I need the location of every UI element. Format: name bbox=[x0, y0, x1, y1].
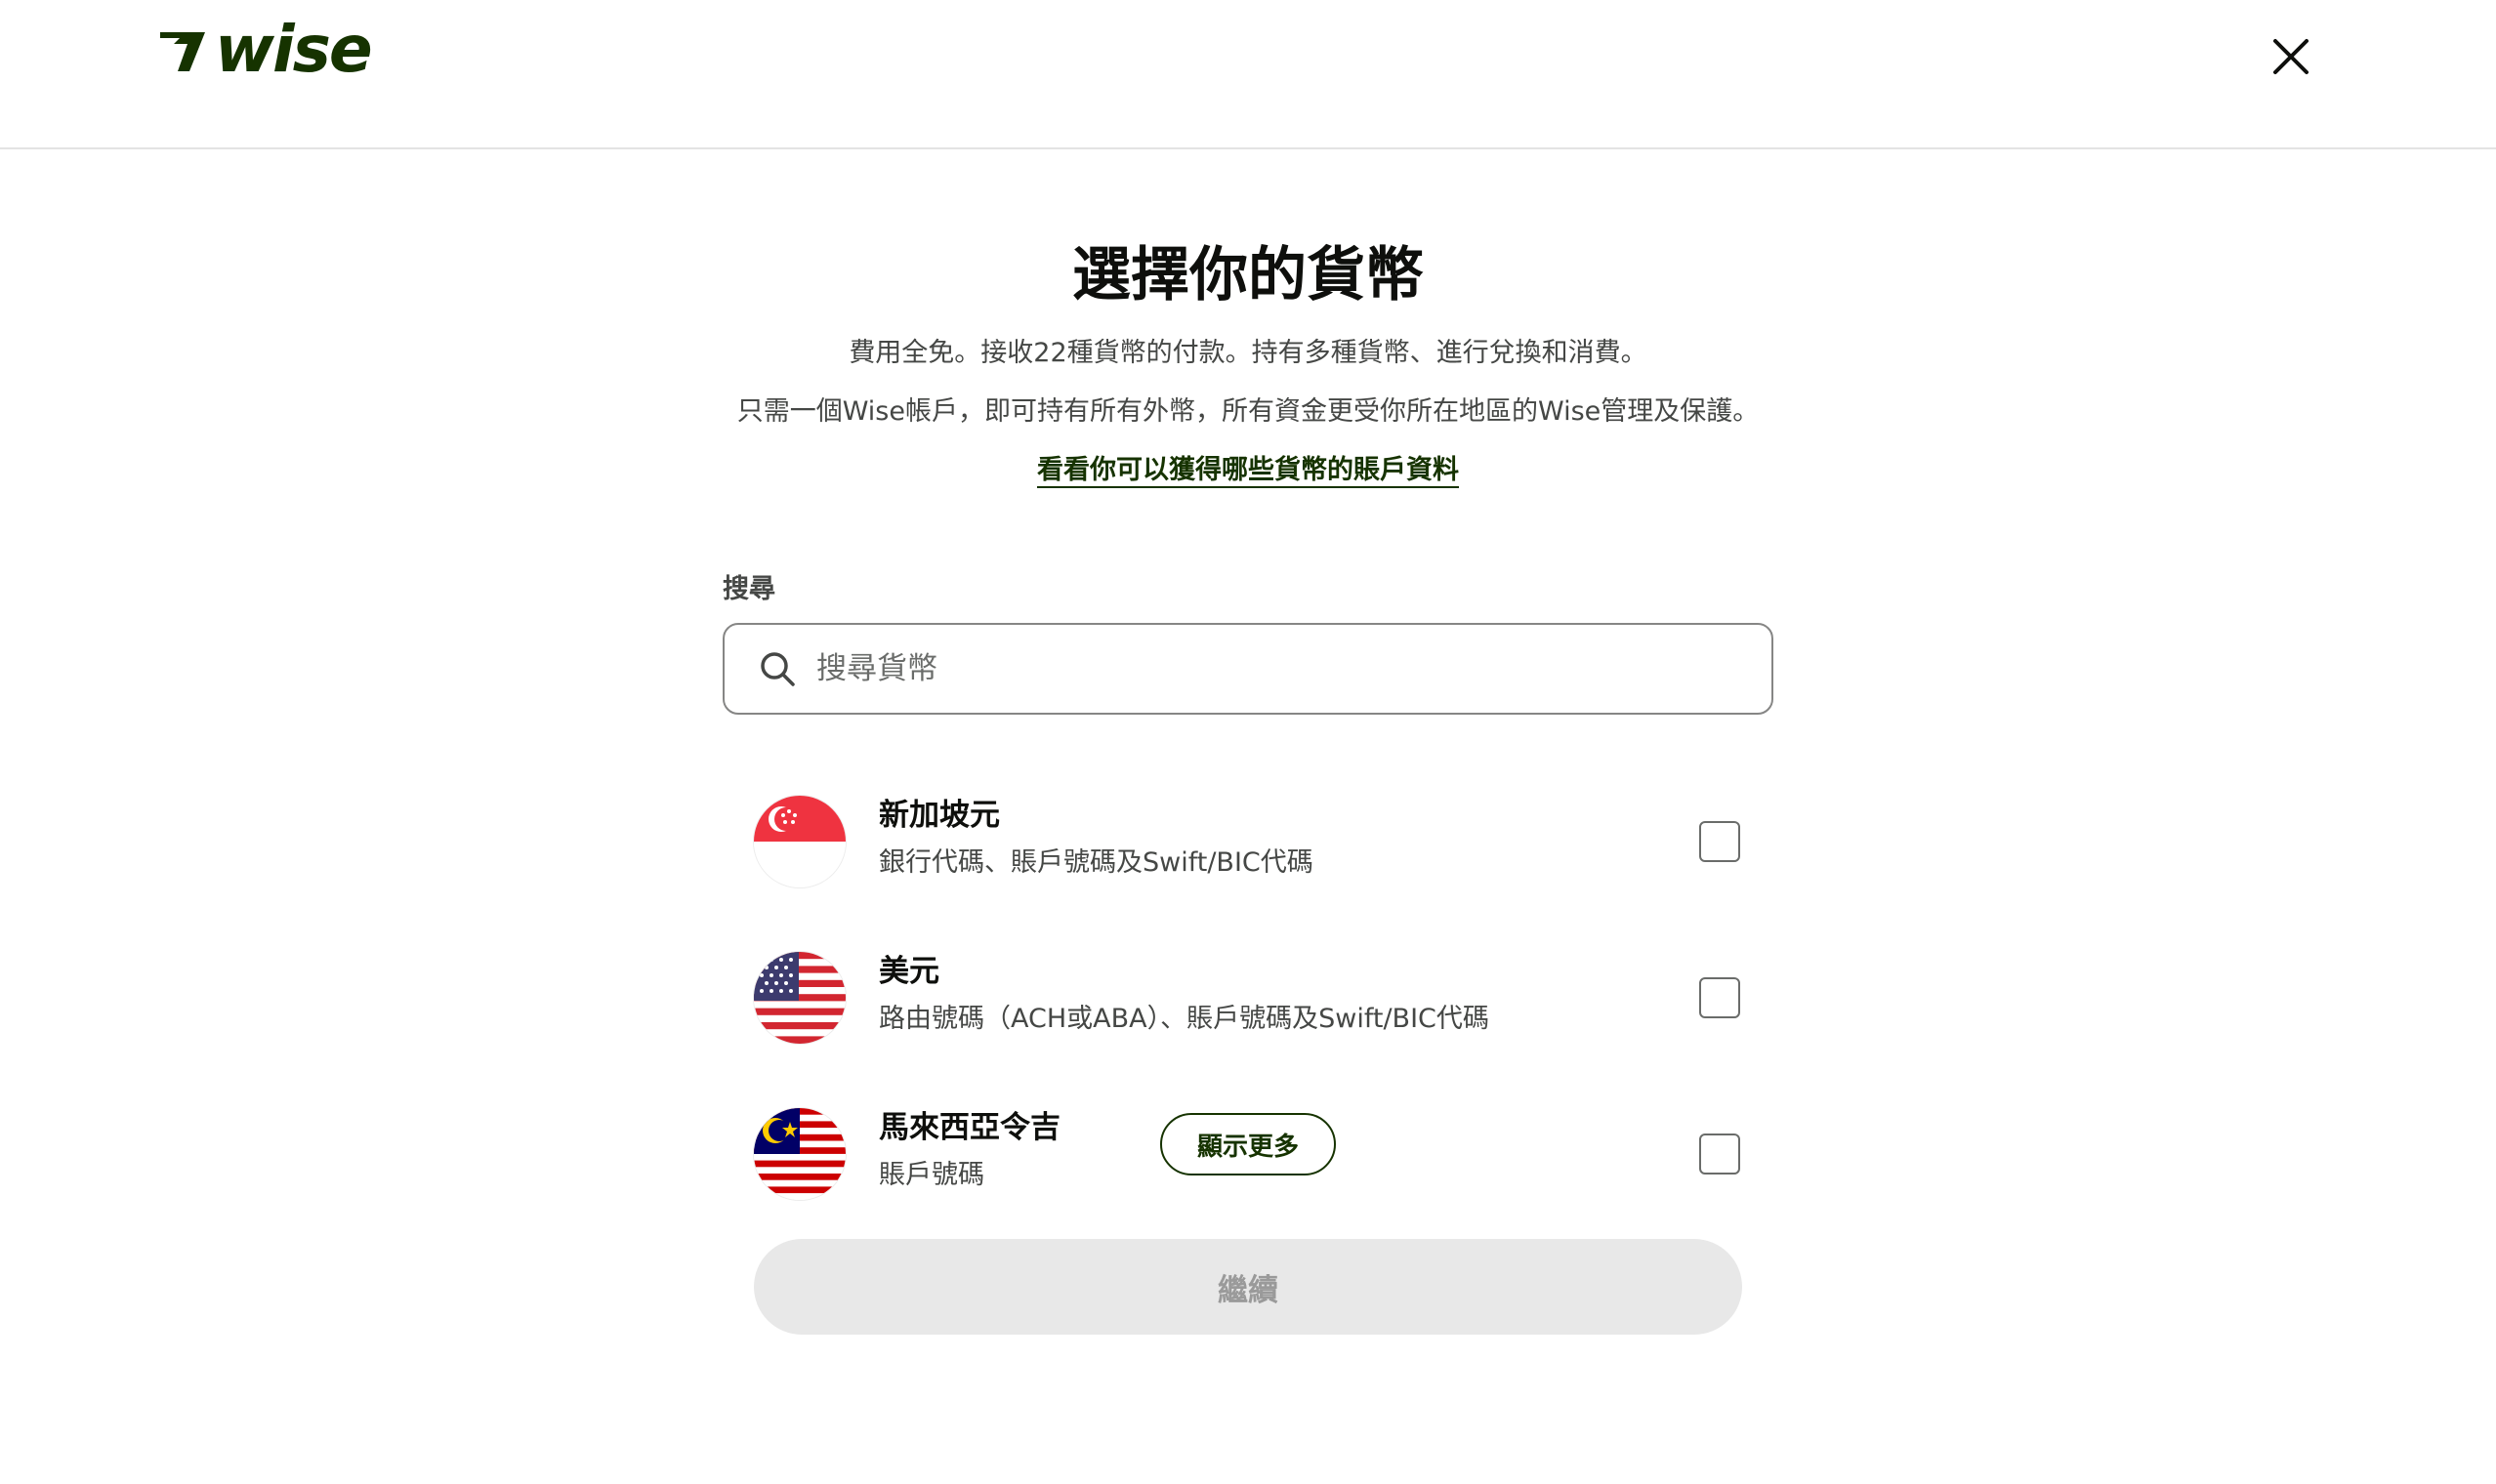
currency-checkbox-usd[interactable] bbox=[1699, 977, 1740, 1018]
currency-details: 賬戶號碼 bbox=[879, 1160, 984, 1190]
wise-logo[interactable]: wise bbox=[156, 12, 373, 87]
close-icon bbox=[2273, 39, 2309, 74]
malaysia-flag-icon bbox=[754, 1108, 846, 1200]
currency-item-sgd[interactable]: 新加坡元 銀行代碼、賬戶號碼及Swift/BIC代碼 bbox=[754, 784, 1742, 901]
search-label: 搜尋 bbox=[723, 574, 775, 604]
usa-flag-icon bbox=[754, 952, 846, 1044]
description-line-2: 只需一個Wise帳戶，即可持有所有外幣，所有資金更受你所在地區的Wise管理及保… bbox=[736, 396, 1760, 427]
currency-checkbox-sgd[interactable] bbox=[1699, 821, 1740, 862]
currency-item-usd[interactable]: 美元 路由號碼（ACH或ABA）、賬戶號碼及Swift/BIC代碼 bbox=[754, 940, 1742, 1057]
close-button[interactable] bbox=[2264, 29, 2318, 84]
continue-button[interactable]: 繼續 bbox=[754, 1239, 1742, 1335]
search-icon bbox=[758, 649, 797, 688]
top-header: wise bbox=[0, 0, 2496, 149]
show-more-button[interactable]: 顯示更多 bbox=[1160, 1113, 1336, 1175]
description-line-1: 費用全免。接收22種貨幣的付款。持有多種貨幣、進行兌換和消費。 bbox=[849, 338, 1647, 368]
currency-details: 路由號碼（ACH或ABA）、賬戶號碼及Swift/BIC代碼 bbox=[879, 1004, 1489, 1034]
currency-details: 銀行代碼、賬戶號碼及Swift/BIC代碼 bbox=[879, 847, 1313, 878]
page-title: 選擇你的貨幣 bbox=[1072, 241, 1424, 309]
currency-checkbox-myr[interactable] bbox=[1699, 1134, 1740, 1175]
wise-flag-icon bbox=[156, 26, 213, 73]
singapore-flag-icon bbox=[754, 796, 846, 887]
currency-name: 馬來西亞令吉 bbox=[879, 1110, 1061, 1145]
search-field[interactable] bbox=[723, 623, 1773, 715]
currency-name: 美元 bbox=[879, 954, 939, 989]
account-details-link-wrapper: 看看你可以獲得哪些貨幣的賬戶資料 bbox=[0, 448, 2496, 486]
wise-logo-text: wise bbox=[215, 12, 373, 87]
account-details-link[interactable]: 看看你可以獲得哪些貨幣的賬戶資料 bbox=[1037, 455, 1459, 485]
currency-name: 新加坡元 bbox=[879, 798, 1000, 833]
search-input[interactable] bbox=[814, 650, 1697, 687]
